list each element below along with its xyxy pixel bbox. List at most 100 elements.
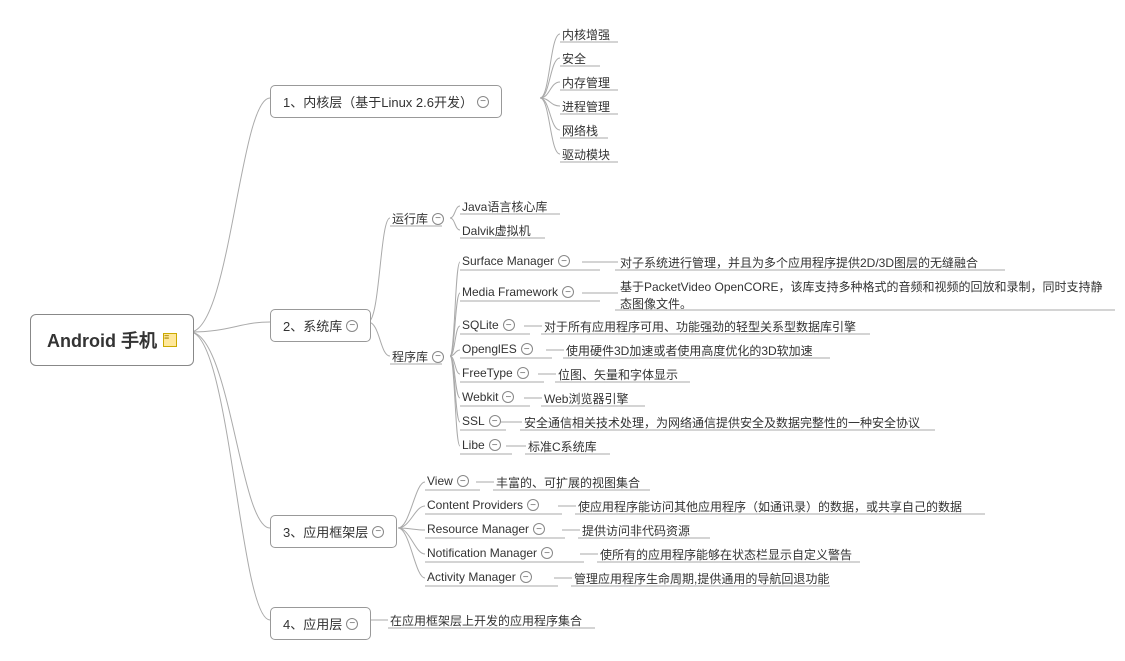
fw-child-2[interactable]: Resource Manager− xyxy=(427,522,545,536)
prglib-desc-2[interactable]: 对于所有应用程序可用、功能强劲的轻型关系型数据库引擎 xyxy=(544,318,856,335)
fw-child-3[interactable]: Notification Manager− xyxy=(427,546,553,560)
prglib-child-2[interactable]: SQLite− xyxy=(462,318,515,332)
root-node[interactable]: Android 手机 ≡ xyxy=(30,314,194,366)
desc: 使所有的应用程序能够在状态栏显示自定义警告 xyxy=(600,546,852,563)
label: 1、内核层（基于Linux 2.6开发） xyxy=(283,92,473,111)
label: 4、应用层 xyxy=(283,614,342,633)
label: Libe xyxy=(462,438,485,452)
prglib-child-6[interactable]: SSL− xyxy=(462,414,501,428)
collapse-icon[interactable]: − xyxy=(517,367,529,379)
fw-desc-1[interactable]: 使应用程序能访问其他应用程序（如通讯录）的数据，或共享自己的数据 xyxy=(578,498,962,515)
collapse-icon[interactable]: − xyxy=(520,571,532,583)
prglib-child-5[interactable]: Webkit− xyxy=(462,390,514,404)
label: OpenglES xyxy=(462,342,517,356)
label: Java语言核心库 xyxy=(462,198,547,215)
prglib-child-4[interactable]: FreeType− xyxy=(462,366,529,380)
label: Media Framework xyxy=(462,285,558,299)
prglib-child-3[interactable]: OpenglES− xyxy=(462,342,533,356)
prglib-child-0[interactable]: Surface Manager− xyxy=(462,254,570,268)
note-icon[interactable]: ≡ xyxy=(163,333,177,347)
label: SSL xyxy=(462,414,485,428)
label: 程序库 xyxy=(392,348,428,365)
collapse-icon[interactable]: − xyxy=(372,526,384,538)
collapse-icon[interactable]: − xyxy=(477,96,489,108)
label: 进程管理 xyxy=(562,98,610,115)
collapse-icon[interactable]: − xyxy=(521,343,533,355)
collapse-icon[interactable]: − xyxy=(432,213,444,225)
topic-kernel-layer[interactable]: 1、内核层（基于Linux 2.6开发） − xyxy=(270,85,502,118)
collapse-icon[interactable]: − xyxy=(346,320,358,332)
desc: 位图、矢量和字体显示 xyxy=(558,366,678,383)
fw-desc-0[interactable]: 丰富的、可扩展的视图集合 xyxy=(496,474,640,491)
topic-system-libs[interactable]: 2、系统库 − xyxy=(270,309,371,342)
fw-desc-4[interactable]: 管理应用程序生命周期,提供通用的导航回退功能 xyxy=(574,570,829,587)
label: 3、应用框架层 xyxy=(283,522,368,541)
label: Resource Manager xyxy=(427,522,529,536)
desc: 提供访问非代码资源 xyxy=(582,522,690,539)
prglib-desc-5[interactable]: Web浏览器引擎 xyxy=(544,390,628,407)
collapse-icon[interactable]: − xyxy=(489,439,501,451)
desc: 管理应用程序生命周期,提供通用的导航回退功能 xyxy=(574,570,829,587)
label: 2、系统库 xyxy=(283,316,342,335)
label: FreeType xyxy=(462,366,513,380)
label: Surface Manager xyxy=(462,254,554,268)
label: 内核增强 xyxy=(562,26,610,43)
root-label: Android 手机 xyxy=(47,327,157,353)
prglib-desc-1[interactable]: 基于PacketVideo OpenCORE，该库支持多种格式的音频和视频的回放… xyxy=(620,278,1110,312)
fw-child-4[interactable]: Activity Manager− xyxy=(427,570,532,584)
collapse-icon[interactable]: − xyxy=(502,391,514,403)
desc: 在应用框架层上开发的应用程序集合 xyxy=(390,612,582,629)
topic-app-layer[interactable]: 4、应用层 − xyxy=(270,607,371,640)
fw-child-1[interactable]: Content Providers− xyxy=(427,498,539,512)
label: View xyxy=(427,474,453,488)
prglib-desc-7[interactable]: 标准C系统库 xyxy=(528,438,597,455)
kernel-child-0[interactable]: 内核增强 xyxy=(562,26,610,43)
collapse-icon[interactable]: − xyxy=(562,286,574,298)
kernel-child-3[interactable]: 进程管理 xyxy=(562,98,610,115)
prglib-child-1[interactable]: Media Framework− xyxy=(462,285,574,299)
kernel-child-2[interactable]: 内存管理 xyxy=(562,74,610,91)
app-layer-desc[interactable]: 在应用框架层上开发的应用程序集合 xyxy=(390,612,582,629)
label: Dalvik虚拟机 xyxy=(462,222,531,239)
collapse-icon[interactable]: − xyxy=(432,351,444,363)
runtime-lib[interactable]: 运行库 − xyxy=(392,210,444,227)
fw-desc-2[interactable]: 提供访问非代码资源 xyxy=(582,522,690,539)
kernel-child-5[interactable]: 驱动模块 xyxy=(562,146,610,163)
fw-child-0[interactable]: View− xyxy=(427,474,469,488)
collapse-icon[interactable]: − xyxy=(489,415,501,427)
desc: Web浏览器引擎 xyxy=(544,390,628,407)
collapse-icon[interactable]: − xyxy=(457,475,469,487)
desc: 丰富的、可扩展的视图集合 xyxy=(496,474,640,491)
label: 网络栈 xyxy=(562,122,598,139)
label: Webkit xyxy=(462,390,498,404)
label: 运行库 xyxy=(392,210,428,227)
desc: 安全通信相关技术处理，为网络通信提供安全及数据完整性的一种安全协议 xyxy=(524,414,920,431)
collapse-icon[interactable]: − xyxy=(527,499,539,511)
label: 驱动模块 xyxy=(562,146,610,163)
rtlib-child-0[interactable]: Java语言核心库 xyxy=(462,198,547,215)
label: Activity Manager xyxy=(427,570,516,584)
program-lib[interactable]: 程序库 − xyxy=(392,348,444,365)
prglib-desc-4[interactable]: 位图、矢量和字体显示 xyxy=(558,366,678,383)
prglib-desc-0[interactable]: 对子系统进行管理，并且为多个应用程序提供2D/3D图层的无缝融合 xyxy=(620,254,978,271)
collapse-icon[interactable]: − xyxy=(533,523,545,535)
label: 安全 xyxy=(562,50,586,67)
label: SQLite xyxy=(462,318,499,332)
label: Content Providers xyxy=(427,498,523,512)
collapse-icon[interactable]: − xyxy=(558,255,570,267)
label: 内存管理 xyxy=(562,74,610,91)
rtlib-child-1[interactable]: Dalvik虚拟机 xyxy=(462,222,531,239)
collapse-icon[interactable]: − xyxy=(503,319,515,331)
kernel-child-4[interactable]: 网络栈 xyxy=(562,122,598,139)
topic-app-framework[interactable]: 3、应用框架层 − xyxy=(270,515,397,548)
prglib-desc-3[interactable]: 使用硬件3D加速或者使用高度优化的3D软加速 xyxy=(566,342,813,359)
desc: 基于PacketVideo OpenCORE，该库支持多种格式的音频和视频的回放… xyxy=(620,278,1110,312)
prglib-child-7[interactable]: Libe− xyxy=(462,438,501,452)
collapse-icon[interactable]: − xyxy=(541,547,553,559)
fw-desc-3[interactable]: 使所有的应用程序能够在状态栏显示自定义警告 xyxy=(600,546,852,563)
collapse-icon[interactable]: − xyxy=(346,618,358,630)
kernel-child-1[interactable]: 安全 xyxy=(562,50,586,67)
desc: 使应用程序能访问其他应用程序（如通讯录）的数据，或共享自己的数据 xyxy=(578,498,962,515)
prglib-desc-6[interactable]: 安全通信相关技术处理，为网络通信提供安全及数据完整性的一种安全协议 xyxy=(524,414,920,431)
label: Notification Manager xyxy=(427,546,537,560)
